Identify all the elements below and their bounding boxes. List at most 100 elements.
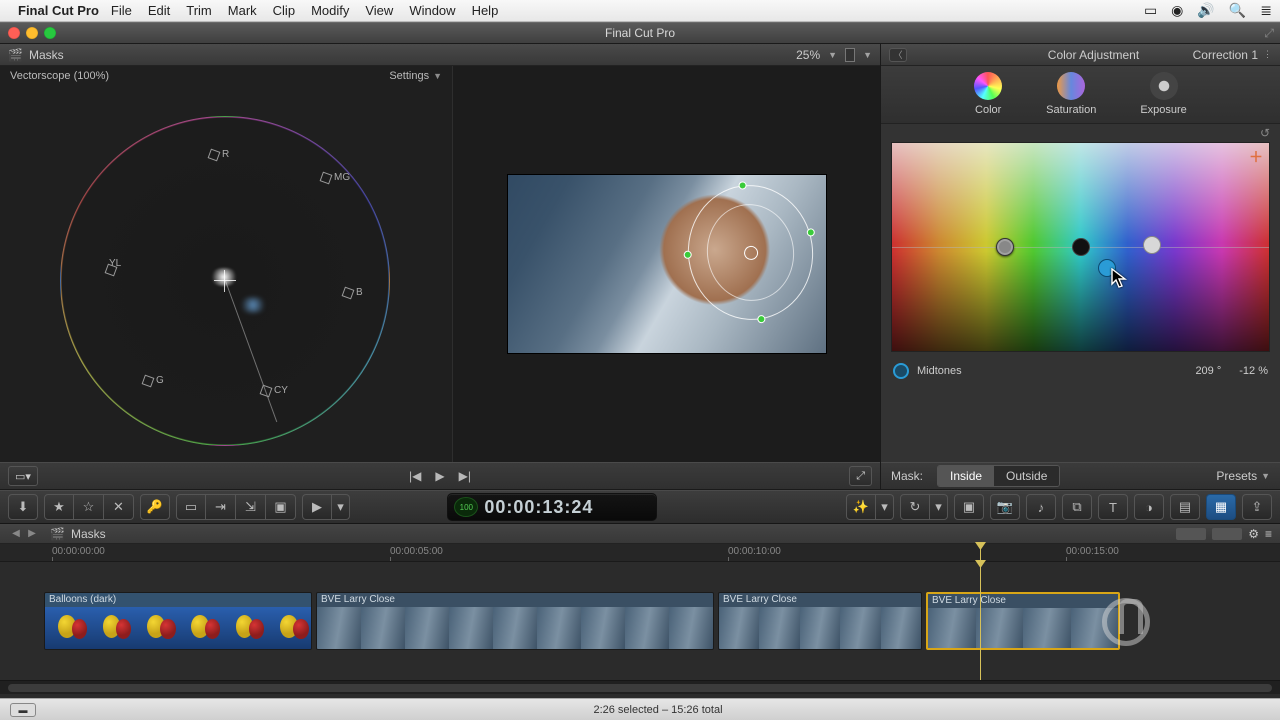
keyword-button[interactable]: 🔑 bbox=[140, 494, 170, 520]
menu-trim[interactable]: Trim bbox=[186, 3, 212, 18]
clip-appearance-1[interactable] bbox=[1176, 528, 1206, 540]
view-dropdown-icon[interactable]: ▼ bbox=[863, 50, 872, 60]
timeline-ruler[interactable]: 00:00:00:00 00:00:05:00 00:00:10:00 00:0… bbox=[0, 544, 1280, 562]
timeline-index-button[interactable]: ≡ bbox=[1265, 527, 1272, 541]
playhead-line[interactable] bbox=[980, 562, 981, 680]
tab-saturation[interactable]: Saturation bbox=[1046, 72, 1096, 123]
insert-button[interactable]: ⇥ bbox=[206, 494, 236, 520]
add-puck-icon[interactable]: ＋ bbox=[1249, 147, 1263, 167]
photos-button[interactable]: 📷 bbox=[990, 494, 1020, 520]
correction-menu-icon[interactable]: ⋮ bbox=[1263, 49, 1272, 60]
music-button[interactable]: ♪ bbox=[1026, 494, 1056, 520]
scope-settings-button[interactable]: Settings▼ bbox=[389, 70, 442, 82]
back-button[interactable]: 〈 bbox=[889, 48, 907, 62]
list-icon[interactable]: ≣ bbox=[1260, 2, 1272, 19]
tab-color[interactable]: Color bbox=[974, 72, 1002, 123]
titles-button[interactable]: T bbox=[1098, 494, 1128, 520]
menu-view[interactable]: View bbox=[365, 3, 393, 18]
transitions-button[interactable]: ⧉ bbox=[1062, 494, 1092, 520]
reset-icon[interactable]: ↺ bbox=[1260, 126, 1270, 140]
history-back-button[interactable]: ◀ bbox=[8, 527, 24, 541]
pct-value[interactable]: -12 % bbox=[1239, 365, 1268, 377]
timeline-clip[interactable]: BVE Larry Close bbox=[718, 592, 922, 650]
zoom-value[interactable]: 25% bbox=[796, 48, 820, 62]
shape-mask-outline[interactable] bbox=[679, 177, 822, 328]
library-button[interactable]: ▣ bbox=[954, 494, 984, 520]
mask-inside[interactable]: Inside bbox=[938, 466, 994, 486]
mask-handle-top[interactable] bbox=[738, 181, 747, 190]
timecode-value[interactable]: 00:00:13:24 bbox=[484, 497, 593, 518]
mask-outside[interactable]: Outside bbox=[994, 466, 1059, 486]
fullscreen-icon[interactable]: ⤢ bbox=[1264, 26, 1274, 41]
timeline-clip[interactable]: BVE Larry Close bbox=[926, 592, 1120, 650]
generators-button[interactable]: ◑ bbox=[1134, 494, 1164, 520]
themes-button[interactable]: ▤ bbox=[1170, 494, 1200, 520]
timeline-tracks[interactable]: Balloons (dark)BVE Larry CloseBVE Larry … bbox=[0, 562, 1280, 680]
enhance-menu[interactable]: ▾ bbox=[876, 494, 894, 520]
reject-button[interactable]: ✕ bbox=[104, 494, 134, 520]
prev-edit-button[interactable]: |◀ bbox=[409, 469, 421, 483]
screen-record-icon[interactable]: ▭ bbox=[1144, 2, 1157, 19]
zoom-dropdown-icon[interactable]: ▼ bbox=[828, 50, 837, 60]
presets-button[interactable]: Presets▼ bbox=[1216, 469, 1270, 483]
inspector-toggle-button[interactable]: ▦ bbox=[1206, 494, 1236, 520]
menu-modify[interactable]: Modify bbox=[311, 3, 349, 18]
menu-help[interactable]: Help bbox=[472, 3, 499, 18]
enhance-button[interactable]: ✨ bbox=[846, 494, 876, 520]
minimize-button[interactable] bbox=[26, 27, 38, 39]
import-button[interactable]: ⬇ bbox=[8, 494, 38, 520]
timeline-options-button[interactable]: ⚙ bbox=[1248, 527, 1259, 541]
zoom-button[interactable] bbox=[44, 27, 56, 39]
puck-midtones[interactable] bbox=[1098, 259, 1116, 277]
view-options-button[interactable] bbox=[845, 48, 855, 62]
puck-global[interactable] bbox=[996, 238, 1014, 256]
tab-exposure[interactable]: Exposure bbox=[1140, 72, 1186, 123]
program-viewer[interactable] bbox=[452, 66, 880, 462]
playhead[interactable] bbox=[980, 544, 981, 561]
select-tool-button[interactable]: ▶ bbox=[302, 494, 332, 520]
append-button[interactable]: ⇲ bbox=[236, 494, 266, 520]
menu-clip[interactable]: Clip bbox=[273, 3, 295, 18]
color-board[interactable]: ＋ bbox=[891, 142, 1270, 352]
volume-icon[interactable]: 🔊 bbox=[1197, 2, 1214, 19]
connect-button[interactable]: ▭ bbox=[176, 494, 206, 520]
tool-menu-button[interactable]: ▾ bbox=[332, 494, 350, 520]
clip-appearance-2[interactable] bbox=[1212, 528, 1242, 540]
sync-icon[interactable]: ◉ bbox=[1171, 2, 1183, 19]
timeline-scrollbar[interactable] bbox=[0, 680, 1280, 694]
retime-menu[interactable]: ▾ bbox=[930, 494, 948, 520]
menu-window[interactable]: Window bbox=[409, 3, 455, 18]
clip-label: BVE Larry Close bbox=[719, 593, 921, 607]
unrate-button[interactable]: ☆ bbox=[74, 494, 104, 520]
next-edit-button[interactable]: ▶| bbox=[459, 469, 471, 483]
hue-value[interactable]: 209 ° bbox=[1195, 365, 1221, 377]
mask-handle-right[interactable] bbox=[806, 227, 815, 236]
favorite-button[interactable]: ★ bbox=[44, 494, 74, 520]
timeline-clip[interactable]: Balloons (dark) bbox=[44, 592, 312, 650]
timeline-clip[interactable]: BVE Larry Close bbox=[316, 592, 714, 650]
overwrite-button[interactable]: ▣ bbox=[266, 494, 296, 520]
menu-edit[interactable]: Edit bbox=[148, 3, 170, 18]
window-titlebar: Final Cut Pro ⤢ bbox=[0, 22, 1280, 44]
history-fwd-button[interactable]: ▶ bbox=[24, 527, 40, 541]
mask-segment[interactable]: Inside Outside bbox=[937, 465, 1060, 487]
puck-shadows[interactable] bbox=[1072, 238, 1090, 256]
mask-handle-bottom[interactable] bbox=[756, 315, 765, 324]
vectorscope-wheel[interactable]: R MG B CY G YL bbox=[60, 116, 390, 446]
fullscreen-viewer-button[interactable]: ⤢ bbox=[849, 466, 872, 486]
menu-file[interactable]: File bbox=[111, 3, 132, 18]
retime-button[interactable]: ↻ bbox=[900, 494, 930, 520]
timecode-display[interactable]: 100 00:00:13:24 bbox=[447, 493, 657, 521]
scope-layout-button[interactable]: ▭▾ bbox=[8, 466, 38, 486]
play-button[interactable]: ▶ bbox=[435, 469, 444, 483]
spotlight-icon[interactable]: 🔍 bbox=[1229, 2, 1246, 19]
share-button[interactable]: ⇪ bbox=[1242, 494, 1272, 520]
dashboard-button[interactable]: ▬ bbox=[10, 703, 36, 717]
puck-highlights[interactable] bbox=[1143, 236, 1161, 254]
close-button[interactable] bbox=[8, 27, 20, 39]
viewer-image bbox=[507, 174, 827, 354]
correction-label[interactable]: Correction 1 bbox=[1193, 48, 1258, 62]
mask-handle-left[interactable] bbox=[683, 250, 692, 259]
menu-mark[interactable]: Mark bbox=[228, 3, 257, 18]
app-name[interactable]: Final Cut Pro bbox=[18, 3, 99, 18]
